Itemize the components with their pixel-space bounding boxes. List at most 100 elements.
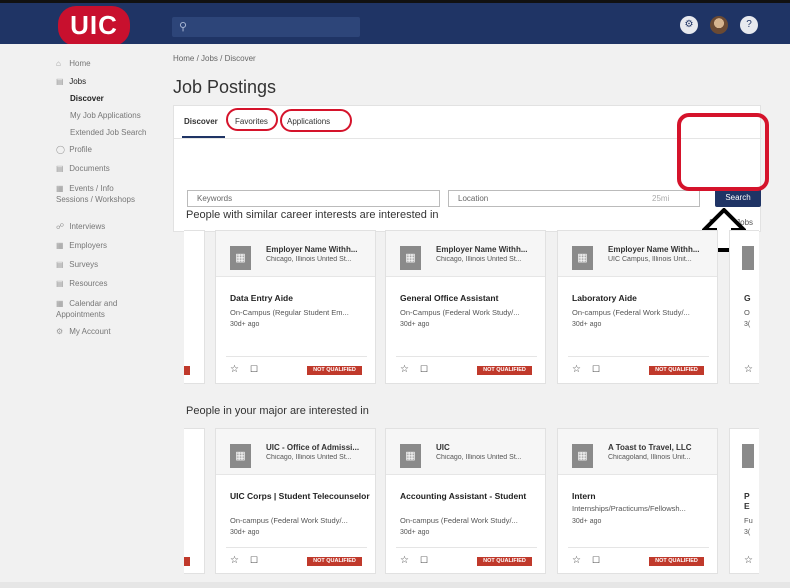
resources-icon: ▤ xyxy=(56,279,64,288)
employer-logo-icon: ▦ xyxy=(400,444,421,468)
top-navigation-bar: UIC ⚲ ⚙ ? xyxy=(0,0,790,46)
employer-name[interactable]: A Toast to Travel, LLC xyxy=(608,443,714,452)
job-title-partial-line2: E xyxy=(744,501,750,511)
sidebar-item-calendar[interactable]: ▦ Calendar and Appointments xyxy=(56,298,136,320)
help-icon[interactable]: ? xyxy=(740,16,758,34)
employer-logo-icon xyxy=(742,246,754,270)
profile-icon: ◯ xyxy=(56,145,65,154)
bottom-scroll-strip xyxy=(0,582,790,588)
interviews-icon: ☍ xyxy=(56,222,65,231)
section-title-major: People in your major are interested in xyxy=(186,405,369,417)
global-search-input[interactable]: ⚲ xyxy=(172,17,360,37)
employer-logo-icon: ▦ xyxy=(400,246,421,270)
job-card[interactable]: ▦ UIC - Office of Admissi... Chicago, Il… xyxy=(215,428,376,574)
card-header: ▦ Employer Name Withh... Chicago, Illino… xyxy=(216,231,375,277)
radius-select[interactable]: 25mi xyxy=(652,191,676,208)
card-partial-left[interactable] xyxy=(184,230,205,384)
not-qualified-badge: NOT QUALIFIED xyxy=(649,557,704,566)
favorite-star-icon[interactable]: ☆ xyxy=(230,364,239,375)
job-title[interactable]: Accounting Assistant - Student xyxy=(400,491,540,501)
job-card[interactable]: ▦ A Toast to Travel, LLC Chicagoland, Il… xyxy=(557,428,718,574)
employer-name[interactable]: Employer Name Withh... xyxy=(266,245,372,254)
sidebar-item-discover[interactable]: Discover xyxy=(70,94,104,103)
card-divider xyxy=(396,356,537,357)
sidebar-item-resources[interactable]: ▤ Resources xyxy=(56,279,107,288)
card-header: ▦ UIC - Office of Admissi... Chicago, Il… xyxy=(216,429,375,475)
favorite-star-icon[interactable]: ☆ xyxy=(400,555,409,566)
sidebar-item-surveys[interactable]: ▤ Surveys xyxy=(56,260,98,269)
tab-discover[interactable]: Discover xyxy=(184,117,218,126)
dislike-icon[interactable]: ☐ xyxy=(592,364,600,375)
posted-date: 30d+ ago xyxy=(230,321,260,328)
bell-icon[interactable]: ⚙ xyxy=(680,16,698,34)
card-divider xyxy=(226,356,367,357)
sidebar-item-employers[interactable]: ▦ Employers xyxy=(56,241,107,250)
favorite-star-icon[interactable]: ☆ xyxy=(572,555,581,566)
sidebar-item-my-job-applications[interactable]: My Job Applications xyxy=(70,111,141,120)
card-partial-left[interactable] xyxy=(184,428,205,574)
gear-icon: ⚙ xyxy=(56,327,64,336)
sidebar-item-events[interactable]: ▦ Events / Info Sessions / Workshops xyxy=(56,183,136,205)
favorite-star-icon[interactable]: ☆ xyxy=(572,364,581,375)
posted-date: 30d+ ago xyxy=(572,518,602,525)
job-card[interactable]: ▦ Employer Name Withh... Chicago, Illino… xyxy=(385,230,546,384)
search-icon: ⚲ xyxy=(179,21,188,33)
calendar-icon: ▦ xyxy=(56,184,64,193)
posted-date: 30d+ ago xyxy=(230,529,260,536)
user-avatar[interactable] xyxy=(710,16,728,34)
job-title[interactable]: UIC Corps | Student Telecounselor xyxy=(230,491,370,501)
sidebar-item-profile[interactable]: ◯ Profile xyxy=(56,145,92,154)
employer-logo-icon: ▦ xyxy=(572,246,593,270)
favorite-star-icon[interactable]: ☆ xyxy=(400,364,409,375)
sidebar-item-extended-job-search[interactable]: Extended Job Search xyxy=(70,128,147,137)
favorite-star-icon[interactable]: ☆ xyxy=(744,364,753,375)
posted-date: 30d+ ago xyxy=(572,321,602,328)
job-title[interactable]: Intern xyxy=(572,491,712,501)
dislike-icon[interactable]: ☐ xyxy=(250,364,258,375)
job-type: On-Campus (Federal Work Study/... xyxy=(400,308,520,317)
sidebar-item-interviews[interactable]: ☍ Interviews xyxy=(56,222,105,231)
job-title[interactable]: Laboratory Aide xyxy=(572,293,712,303)
sidebar-item-documents[interactable]: ▤ Documents xyxy=(56,164,110,173)
employer-location: Chicago, Illinois United St... xyxy=(436,454,522,461)
dislike-icon[interactable]: ☐ xyxy=(420,555,428,566)
search-highlight-box xyxy=(677,113,769,191)
card-partial-right[interactable]: P E Fu 3( ☆ xyxy=(729,428,759,574)
not-qualified-badge: NOT QUALIFIED xyxy=(477,557,532,566)
job-card[interactable]: ▦ UIC Chicago, Illinois United St... Acc… xyxy=(385,428,546,574)
employer-name[interactable]: Employer Name Withh... xyxy=(608,245,714,254)
favorite-star-icon[interactable]: ☆ xyxy=(230,555,239,566)
dislike-icon[interactable]: ☐ xyxy=(420,364,428,375)
not-qualified-badge: NOT QUALIFIED xyxy=(307,557,362,566)
job-type: On-campus (Federal Work Study/... xyxy=(230,516,348,525)
card-divider xyxy=(568,547,709,548)
job-title[interactable]: General Office Assistant xyxy=(400,293,540,303)
employer-name[interactable]: UIC - Office of Admissi... xyxy=(266,443,372,452)
section-title-career-interests: People with similar career interests are… xyxy=(186,209,439,221)
keywords-input[interactable]: Keywords xyxy=(187,190,440,207)
employer-location: Chicagoland, Illinois Unit... xyxy=(608,454,691,461)
favorite-star-icon[interactable]: ☆ xyxy=(744,555,753,566)
job-type: On-campus (Federal Work Study/... xyxy=(400,516,518,525)
not-qualified-badge-partial xyxy=(184,557,190,566)
dislike-icon[interactable]: ☐ xyxy=(592,555,600,566)
sidebar-item-my-account[interactable]: ⚙ My Account xyxy=(56,327,111,336)
uic-logo[interactable]: UIC xyxy=(58,6,130,46)
sidebar-item-home[interactable]: ⌂ Home xyxy=(56,59,91,68)
employer-name[interactable]: Employer Name Withh... xyxy=(436,245,542,254)
tab-divider xyxy=(174,138,762,139)
card-divider xyxy=(396,547,537,548)
employer-name[interactable]: UIC xyxy=(436,443,542,452)
favorites-highlight xyxy=(226,108,278,131)
not-qualified-badge: NOT QUALIFIED xyxy=(649,366,704,375)
card-partial-right[interactable]: G O 3( ☆ xyxy=(729,230,759,384)
job-title[interactable]: Data Entry Aide xyxy=(230,293,370,303)
employer-location: Chicago, Illinois United St... xyxy=(266,454,352,461)
sidebar-item-jobs[interactable]: ▤ Jobs xyxy=(56,77,86,86)
not-qualified-badge: NOT QUALIFIED xyxy=(307,366,362,375)
job-card[interactable]: ▦ Employer Name Withh... Chicago, Illino… xyxy=(215,230,376,384)
employer-logo-icon: ▦ xyxy=(572,444,593,468)
job-card[interactable]: ▦ Employer Name Withh... UIC Campus, Ill… xyxy=(557,230,718,384)
breadcrumb[interactable]: Home / Jobs / Discover xyxy=(173,54,256,63)
dislike-icon[interactable]: ☐ xyxy=(250,555,258,566)
